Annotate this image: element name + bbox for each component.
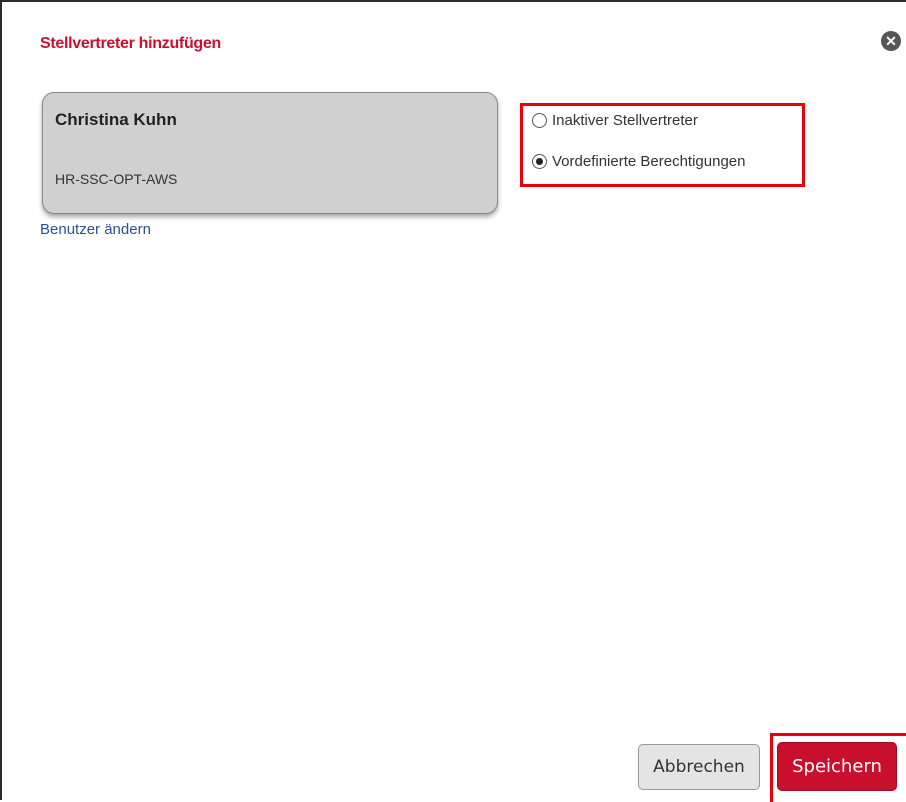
add-deputy-dialog: Stellvertreter hinzufügen ✕ Christina Ku… <box>0 0 906 802</box>
user-name: Christina Kuhn <box>55 110 177 129</box>
save-button[interactable]: Speichern <box>777 742 897 791</box>
user-group: HR-SSC-OPT-AWS <box>55 171 178 187</box>
user-card: Christina Kuhn HR-SSC-OPT-AWS <box>42 92 498 214</box>
radio-predefined-permissions[interactable] <box>532 154 547 169</box>
option-label: Inaktiver Stellvertreter <box>552 112 698 129</box>
option-label: Vordefinierte Berechtigungen <box>552 153 746 170</box>
option-inactive-deputy[interactable]: Inaktiver Stellvertreter <box>532 112 698 129</box>
cancel-button[interactable]: Abbrechen <box>638 744 760 790</box>
dialog-title: Stellvertreter hinzufügen <box>40 35 221 52</box>
radio-inactive-deputy[interactable] <box>532 113 547 128</box>
change-user-link[interactable]: Benutzer ändern <box>40 221 151 238</box>
options-highlight-box: Inaktiver Stellvertreter Vordefinierte B… <box>520 103 805 187</box>
option-predefined-permissions[interactable]: Vordefinierte Berechtigungen <box>532 153 745 170</box>
close-icon[interactable]: ✕ <box>881 31 901 51</box>
